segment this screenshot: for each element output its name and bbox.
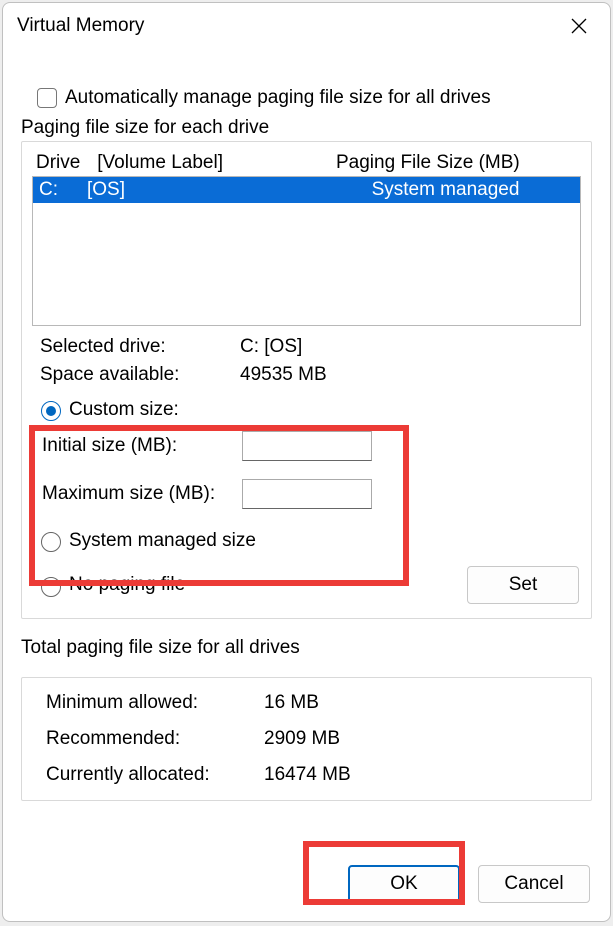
selected-drive-row: Selected drive: C: [OS] [32, 336, 581, 358]
system-managed-label: System managed size [69, 530, 256, 552]
system-managed-row: System managed size [32, 529, 581, 552]
dialog-title: Virtual Memory [17, 15, 144, 37]
drive-list[interactable]: C: [OS] System managed [32, 176, 581, 326]
dialog-content: Automatically manage paging file size fo… [3, 47, 610, 841]
no-paging-radio[interactable] [41, 577, 61, 597]
close-icon [571, 18, 587, 34]
drive-row[interactable]: C: [OS] System managed [33, 177, 580, 203]
header-size: Paging File Size (MB) [336, 152, 520, 174]
allocated-value: 16474 MB [264, 764, 351, 786]
selected-drive-value: C: [OS] [240, 336, 302, 358]
maximum-size-label: Maximum size (MB): [42, 483, 242, 505]
header-volume: [Volume Label] [97, 152, 223, 173]
paging-file-group: Drive [Volume Label] Paging File Size (M… [21, 141, 592, 619]
total-paging-group: Minimum allowed: 16 MB Recommended: 2909… [21, 677, 592, 801]
initial-size-input[interactable] [242, 431, 372, 461]
virtual-memory-dialog: Virtual Memory Automatically manage pagi… [2, 2, 611, 922]
custom-size-radio[interactable] [41, 401, 61, 421]
recommended-row: Recommended: 2909 MB [40, 728, 577, 750]
drive-letter: C: [39, 179, 87, 201]
auto-manage-row: Automatically manage paging file size fo… [33, 85, 592, 111]
recommended-value: 2909 MB [264, 728, 340, 750]
custom-size-row: Custom size: [32, 398, 581, 421]
allocated-row: Currently allocated: 16474 MB [40, 764, 577, 786]
close-button[interactable] [562, 9, 596, 43]
maximum-size-row: Maximum size (MB): [32, 479, 581, 509]
header-drive: Drive [36, 152, 92, 174]
space-available-label: Space available: [40, 364, 240, 386]
no-paging-row: No paging file Set [32, 566, 581, 604]
drive-paging-size: System managed [347, 179, 574, 201]
ok-button[interactable]: OK [348, 865, 460, 903]
initial-size-row: Initial size (MB): [32, 431, 581, 461]
maximum-size-input[interactable] [242, 479, 372, 509]
minimum-label: Minimum allowed: [46, 692, 264, 714]
cancel-button[interactable]: Cancel [478, 865, 590, 903]
drive-list-header: Drive [Volume Label] Paging File Size (M… [32, 148, 581, 176]
auto-manage-checkbox[interactable] [37, 88, 57, 108]
group1-label: Paging file size for each drive [21, 117, 592, 139]
group2-label: Total paging file size for all drives [21, 637, 592, 659]
set-button[interactable]: Set [467, 566, 579, 604]
recommended-label: Recommended: [46, 728, 264, 750]
allocated-label: Currently allocated: [46, 764, 264, 786]
initial-size-label: Initial size (MB): [42, 435, 242, 457]
drive-volume-label: [OS] [87, 179, 347, 201]
custom-size-label: Custom size: [69, 399, 179, 421]
no-paging-label: No paging file [69, 574, 185, 596]
system-managed-radio[interactable] [41, 532, 61, 552]
minimum-row: Minimum allowed: 16 MB [40, 692, 577, 714]
titlebar: Virtual Memory [3, 3, 610, 47]
space-available-row: Space available: 49535 MB [32, 364, 581, 386]
dialog-footer: OK Cancel [3, 841, 610, 921]
selected-drive-label: Selected drive: [40, 336, 240, 358]
space-available-value: 49535 MB [240, 364, 327, 386]
auto-manage-label: Automatically manage paging file size fo… [65, 87, 491, 109]
minimum-value: 16 MB [264, 692, 319, 714]
